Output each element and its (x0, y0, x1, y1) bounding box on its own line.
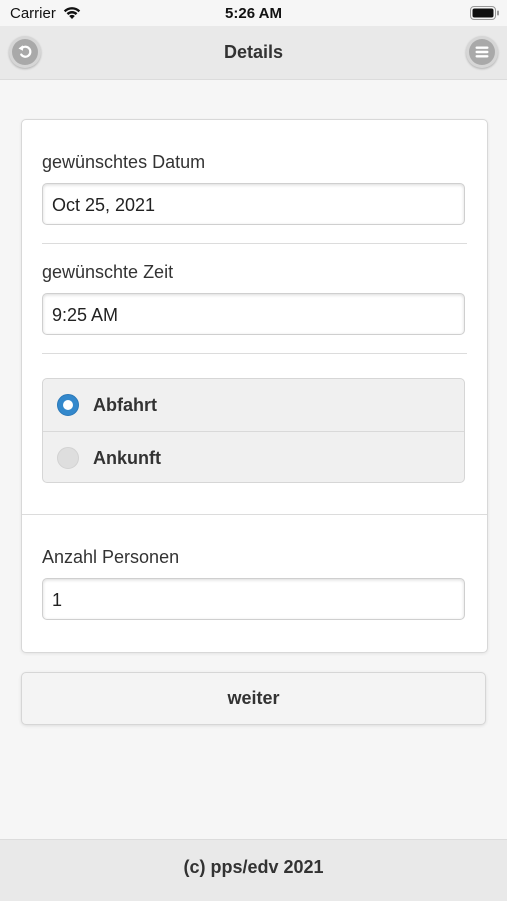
divider (22, 514, 487, 515)
radio-option-abfahrt[interactable]: Abfahrt (43, 379, 464, 432)
radio-option-ankunft[interactable]: Ankunft (43, 432, 464, 482)
menu-button[interactable] (466, 36, 498, 68)
menu-icon (475, 46, 489, 58)
radio-label-ankunft: Ankunft (93, 448, 161, 468)
date-label: gewünschtes Datum (42, 152, 206, 172)
footer-bar: (c) pps/edv 2021 (0, 839, 507, 901)
next-button[interactable]: weiter (21, 672, 486, 725)
divider (42, 353, 467, 354)
footer-copyright: (c) pps/edv 2021 (183, 857, 324, 877)
persons-label: Anzahl Personen (42, 547, 180, 567)
status-bar: Carrier 5:26 AM (0, 0, 507, 26)
battery-icon (470, 6, 499, 20)
date-field[interactable]: Oct 25, 2021 (42, 183, 465, 225)
radio-unchecked-icon (57, 447, 79, 469)
time-label: gewünschte Zeit (42, 262, 174, 282)
persons-field[interactable]: 1 (42, 578, 465, 620)
page-title: Details (223, 42, 284, 62)
radio-checked-icon (57, 394, 79, 416)
time-field[interactable]: 9:25 AM (42, 293, 465, 335)
details-form-card: gewünschtes Datum Oct 25, 2021 gewünscht… (21, 119, 488, 653)
header-bar: Details (0, 26, 507, 80)
status-time: 5:26 AM (225, 5, 282, 22)
radio-label-abfahrt: Abfahrt (93, 395, 157, 415)
direction-radio-group: Abfahrt Ankunft (42, 378, 465, 483)
divider (42, 243, 467, 244)
menu-button-circle (469, 39, 495, 65)
